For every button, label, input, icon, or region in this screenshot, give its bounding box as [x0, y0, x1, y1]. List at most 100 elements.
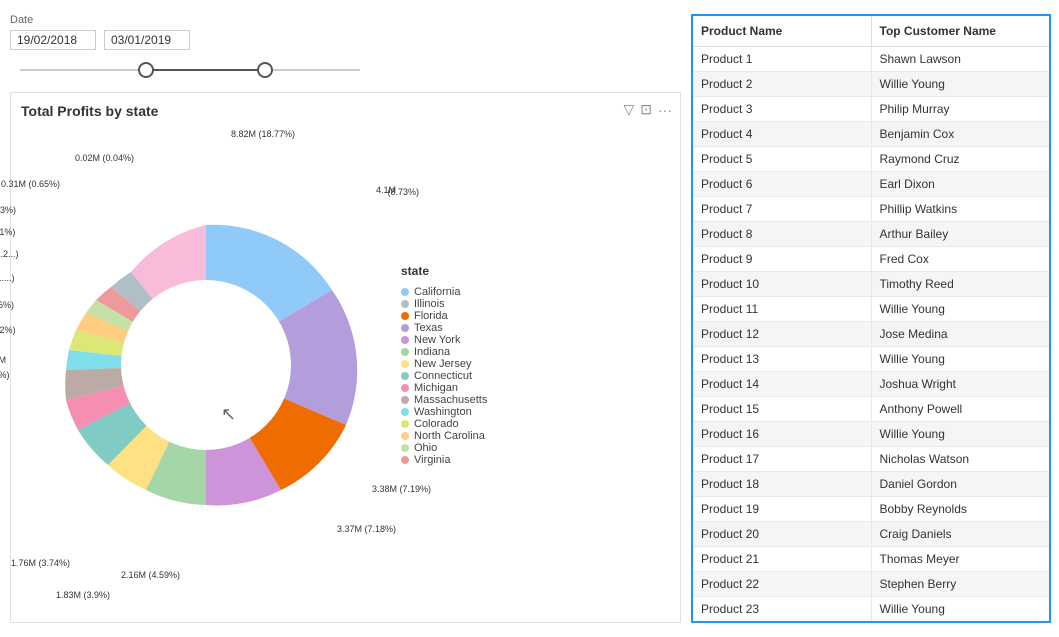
- table-row[interactable]: Product 20Craig Daniels: [693, 522, 1049, 547]
- date-label: Date: [10, 14, 681, 26]
- table-row[interactable]: Product 1Shawn Lawson: [693, 47, 1049, 72]
- chart-section: Total Profits by state ▽ ⊡ ···: [10, 92, 681, 623]
- svg-text:↖: ↖: [221, 404, 236, 424]
- table-body[interactable]: Product 1Shawn LawsonProduct 2Willie You…: [693, 47, 1049, 621]
- product-name-cell: Product 8: [693, 222, 872, 246]
- customer-name-cell: Phillip Watkins: [872, 197, 1050, 221]
- date-start-input[interactable]: 19/02/2018: [10, 30, 96, 50]
- table-row[interactable]: Product 13Willie Young: [693, 347, 1049, 372]
- legend-item-label: Virginia: [414, 454, 451, 466]
- slider-active-range: [146, 69, 265, 71]
- legend-color-dot: [401, 312, 409, 320]
- left-panel: Date 19/02/2018 03/01/2019 Total Profits…: [0, 0, 691, 637]
- col-product-name: Product Name: [693, 16, 872, 46]
- product-name-cell: Product 23: [693, 597, 872, 621]
- legend-item: Massachusetts: [401, 394, 487, 406]
- table-row[interactable]: Product 7Phillip Watkins: [693, 197, 1049, 222]
- label-newjersey: 1.76M (3.74%): [11, 558, 70, 568]
- legend-state-label: state: [401, 264, 487, 278]
- product-name-cell: Product 18: [693, 472, 872, 496]
- product-name-cell: Product 17: [693, 447, 872, 471]
- filter-icon[interactable]: ▽: [623, 101, 634, 118]
- legend-item-label: Connecticut: [414, 370, 472, 382]
- table-row[interactable]: Product 16Willie Young: [693, 422, 1049, 447]
- legend-item-label: Florida: [414, 310, 448, 322]
- table-row[interactable]: Product 11Willie Young: [693, 297, 1049, 322]
- legend-color-dot: [401, 396, 409, 404]
- table-row[interactable]: Product 23Willie Young: [693, 597, 1049, 621]
- product-name-cell: Product 10: [693, 272, 872, 296]
- legend-item-label: California: [414, 286, 460, 298]
- table-row[interactable]: Product 12Jose Medina: [693, 322, 1049, 347]
- table-row[interactable]: Product 14Joshua Wright: [693, 372, 1049, 397]
- table-row[interactable]: Product 15Anthony Powell: [693, 397, 1049, 422]
- legend-color-dot: [401, 360, 409, 368]
- customer-name-cell: Jose Medina: [872, 322, 1050, 346]
- legend-item-label: Michigan: [414, 382, 458, 394]
- label-connecticut: 1.08M: [0, 355, 6, 365]
- product-name-cell: Product 11: [693, 297, 872, 321]
- donut-chart-container: ↖ 8.82M (18.77%) 4.1M (8.73%) 3.38M (7.1…: [21, 125, 391, 604]
- product-name-cell: Product 7: [693, 197, 872, 221]
- customer-name-cell: Fred Cox: [872, 247, 1050, 271]
- table-row[interactable]: Product 19Bobby Reynolds: [693, 497, 1049, 522]
- legend-color-dot: [401, 300, 409, 308]
- product-name-cell: Product 22: [693, 572, 872, 596]
- label-ohio: 0.48M (1.03%): [0, 205, 16, 215]
- table-row[interactable]: Product 17Nicholas Watson: [693, 447, 1049, 472]
- table-row[interactable]: Product 6Earl Dixon: [693, 172, 1049, 197]
- legend-color-dot: [401, 372, 409, 380]
- product-name-cell: Product 20: [693, 522, 872, 546]
- slider-thumb-right[interactable]: [257, 62, 273, 78]
- more-icon[interactable]: ···: [658, 102, 672, 118]
- table-row[interactable]: Product 4Benjamin Cox: [693, 122, 1049, 147]
- legend-item: North Carolina: [401, 430, 487, 442]
- table-row[interactable]: Product 10Timothy Reed: [693, 272, 1049, 297]
- legend-item: Michigan: [401, 382, 487, 394]
- customer-name-cell: Willie Young: [872, 347, 1050, 371]
- legend-color-dot: [401, 288, 409, 296]
- label-colorado: 0.58M (1.2...): [0, 249, 19, 259]
- col-customer-name: Top Customer Name: [872, 16, 1050, 46]
- customer-name-cell: Philip Murray: [872, 97, 1050, 121]
- table-row[interactable]: Product 22Stephen Berry: [693, 572, 1049, 597]
- product-name-cell: Product 3: [693, 97, 872, 121]
- legend-item-label: North Carolina: [414, 430, 485, 442]
- product-name-cell: Product 12: [693, 322, 872, 346]
- table-row[interactable]: Product 3Philip Murray: [693, 97, 1049, 122]
- table-row[interactable]: Product 8Arthur Bailey: [693, 222, 1049, 247]
- table-row[interactable]: Product 21Thomas Meyer: [693, 547, 1049, 572]
- table-row[interactable]: Product 18Daniel Gordon: [693, 472, 1049, 497]
- product-name-cell: Product 9: [693, 247, 872, 271]
- customer-name-cell: Raymond Cruz: [872, 147, 1050, 171]
- product-table: Product Name Top Customer Name Product 1…: [691, 14, 1051, 623]
- table-row[interactable]: Product 5Raymond Cruz: [693, 147, 1049, 172]
- expand-icon[interactable]: ⊡: [640, 101, 652, 118]
- table-row[interactable]: Product 2Willie Young: [693, 72, 1049, 97]
- legend-item: New York: [401, 334, 487, 346]
- legend-item: Ohio: [401, 442, 487, 454]
- legend-item-label: New York: [414, 334, 460, 346]
- slider-thumb-left[interactable]: [138, 62, 154, 78]
- legend-item: California: [401, 286, 487, 298]
- product-name-cell: Product 15: [693, 397, 872, 421]
- customer-name-cell: Willie Young: [872, 597, 1050, 621]
- main-container: Date 19/02/2018 03/01/2019 Total Profits…: [0, 0, 1059, 637]
- chart-title: Total Profits by state: [21, 103, 670, 119]
- table-row[interactable]: Product 9Fred Cox: [693, 247, 1049, 272]
- chart-content: ↖ 8.82M (18.77%) 4.1M (8.73%) 3.38M (7.1…: [21, 125, 670, 604]
- customer-name-cell: Earl Dixon: [872, 172, 1050, 196]
- legend-color-dot: [401, 420, 409, 428]
- date-end-input[interactable]: 03/01/2019: [104, 30, 190, 50]
- legend-item: New Jersey: [401, 358, 487, 370]
- label-indiana: 1.83M (3.9%): [56, 590, 110, 600]
- legend-color-dot: [401, 408, 409, 416]
- customer-name-cell: Thomas Meyer: [872, 547, 1050, 571]
- date-slider[interactable]: [20, 58, 360, 82]
- legend-item: Colorado: [401, 418, 487, 430]
- legend-color-dot: [401, 336, 409, 344]
- customer-name-cell: Willie Young: [872, 422, 1050, 446]
- label-mass: 0.96M (2.05%): [0, 300, 14, 310]
- label-washington: 0.7... (1....): [0, 273, 15, 283]
- legend-item-label: Colorado: [414, 418, 459, 430]
